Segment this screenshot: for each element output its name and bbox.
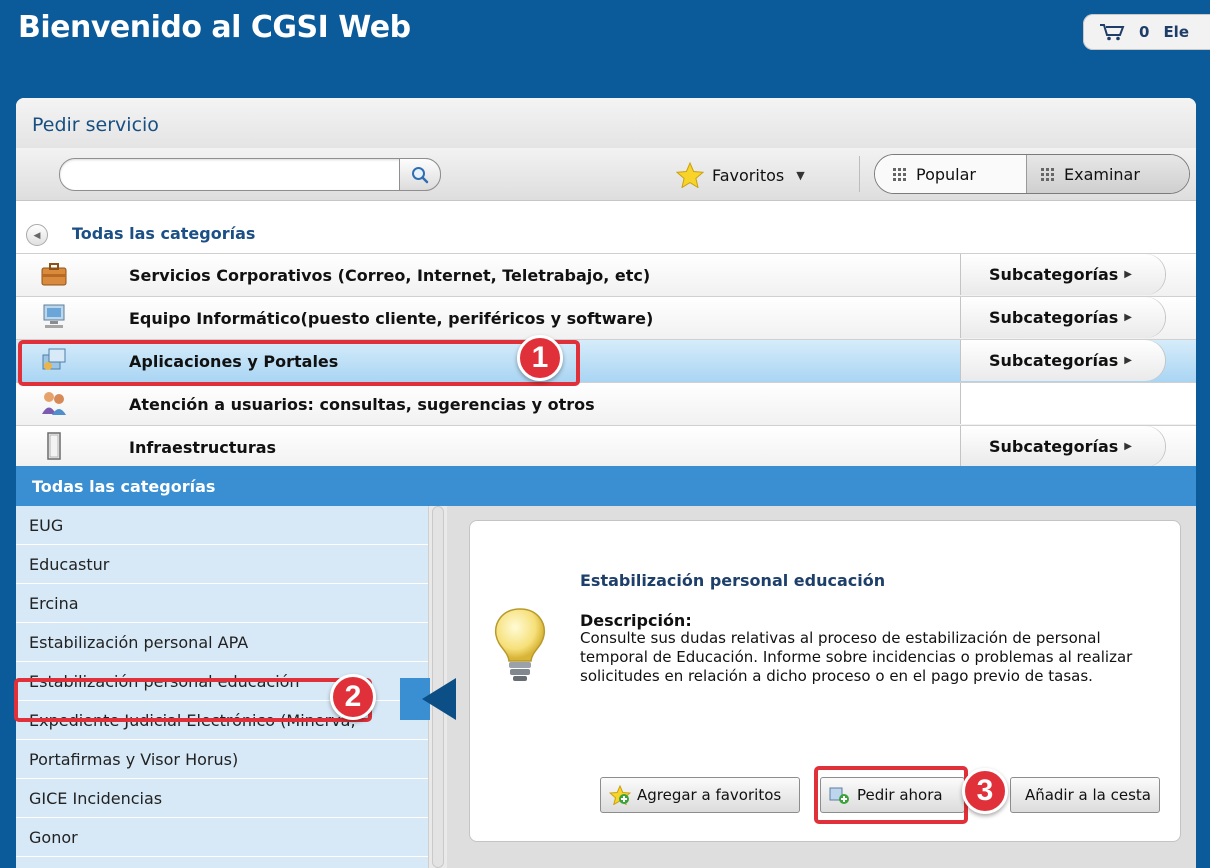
favorites-label: Favoritos [712, 165, 785, 185]
grid-icon [893, 167, 906, 181]
category-label: Servicios Corporativos (Correo, Internet… [129, 266, 651, 285]
search-box [59, 158, 441, 191]
back-arrow-icon[interactable]: ◀ [26, 224, 48, 246]
category-label: Infraestructuras [129, 438, 277, 457]
all-categories-label: Todas las categorías [32, 477, 216, 496]
all-categories-bar: Todas las categorías [16, 466, 1196, 506]
subcategories-label: Subcategorías [989, 437, 1119, 456]
add-to-favorites-label: Agregar a favoritos [637, 786, 782, 804]
top-bar: Bienvenido al CGSI Web 0 Ele [0, 0, 1210, 90]
cart-icon[interactable] [1099, 23, 1125, 41]
callout-box-2 [14, 678, 372, 722]
server-icon [47, 432, 61, 460]
callout-box-1 [18, 340, 580, 386]
search-button[interactable] [399, 158, 441, 191]
category-row[interactable]: Atención a usuarios: consultas, sugerenc… [16, 383, 1196, 426]
callout-box-3 [814, 766, 968, 824]
chevron-right-icon: ▶ [1124, 312, 1132, 323]
category-row[interactable]: Servicios Corporativos (Correo, Internet… [16, 254, 1196, 297]
subcategories-button[interactable]: Subcategorías ▶ [960, 340, 1165, 381]
add-to-cart-label: Añadir a la cesta [1024, 786, 1151, 804]
search-icon [412, 166, 429, 183]
service-item[interactable]: Gonor [16, 818, 428, 857]
callout-badge-1: 1 [517, 335, 563, 381]
add-to-favorites-button[interactable]: Agregar a favoritos [600, 777, 800, 813]
description-text: Consulte sus dudas relativas al proceso … [580, 629, 1133, 685]
service-title: Estabilización personal educación [580, 571, 886, 590]
subcategories-label: Subcategorías [989, 351, 1119, 370]
cart-widget[interactable]: 0 Ele [1083, 14, 1210, 50]
browse-label: Examinar [1064, 164, 1140, 184]
active-item-pointer [400, 678, 456, 720]
category-row[interactable]: Equipo Informático(puesto cliente, perif… [16, 297, 1196, 340]
popular-view-button[interactable]: Popular [875, 155, 1027, 193]
service-item[interactable]: EUG [16, 506, 428, 545]
app-title: Bienvenido al CGSI Web [18, 10, 411, 45]
chevron-right-icon: ▶ [1124, 269, 1132, 280]
callout-badge-2: 2 [330, 674, 376, 720]
subcategories-label: Subcategorías [989, 308, 1119, 327]
search-input[interactable] [72, 164, 396, 186]
lightbulb-icon [494, 608, 546, 681]
cart-count: 0 [1139, 23, 1150, 41]
user-menu[interactable]: Ele [1163, 23, 1189, 41]
chevron-down-icon: ▼ [796, 168, 805, 182]
briefcase-icon [41, 263, 67, 286]
service-item[interactable]: Estabilización personal APA [16, 623, 428, 662]
grid-icon [1041, 167, 1054, 181]
subcategories-button[interactable]: Subcategorías ▶ [960, 297, 1165, 338]
callout-badge-3: 3 [962, 768, 1008, 814]
view-toggle: Popular Examinar [874, 154, 1190, 194]
subcategories-empty [960, 383, 1196, 424]
star-add-icon [609, 785, 631, 805]
subcategories-button[interactable]: Subcategorías ▶ [960, 426, 1165, 467]
computer-icon [43, 304, 65, 328]
panel-title: Pedir servicio [32, 114, 159, 136]
chevron-right-icon: ▶ [1124, 441, 1132, 452]
service-item[interactable]: Educastur [16, 545, 428, 584]
favorites-dropdown[interactable]: Favoritos ▼ [676, 162, 805, 188]
subcategories-label: Subcategorías [989, 265, 1119, 284]
browse-view-button[interactable]: Examinar [1027, 155, 1189, 193]
chevron-right-icon: ▶ [1124, 355, 1132, 366]
toolbar: Favoritos ▼ Popular Examinar [16, 148, 1196, 201]
description-label: Descripción: [580, 611, 692, 630]
popular-label: Popular [916, 164, 976, 184]
toolbar-divider [859, 156, 860, 192]
subcategories-button[interactable]: Subcategorías ▶ [960, 254, 1165, 295]
category-label: Equipo Informático(puesto cliente, perif… [129, 309, 654, 328]
breadcrumb: ◀ Todas las categorías [16, 213, 1196, 254]
service-item[interactable]: GICE Incidencias [16, 779, 428, 818]
star-icon [676, 162, 704, 188]
order-service-panel: Pedir servicio Favoritos ▼ Popular Exami… [16, 98, 1196, 868]
breadcrumb-label[interactable]: Todas las categorías [72, 224, 255, 243]
service-item[interactable]: Ercina [16, 584, 428, 623]
panel-header: Pedir servicio [16, 98, 1196, 149]
category-row[interactable]: Infraestructuras Subcategorías ▶ [16, 426, 1196, 469]
service-item[interactable]: Portafirmas y Visor Horus) [16, 740, 428, 779]
category-label: Atención a usuarios: consultas, sugerenc… [129, 395, 595, 414]
users-icon [42, 392, 66, 415]
add-to-cart-button[interactable]: Añadir a la cesta [1010, 777, 1160, 813]
